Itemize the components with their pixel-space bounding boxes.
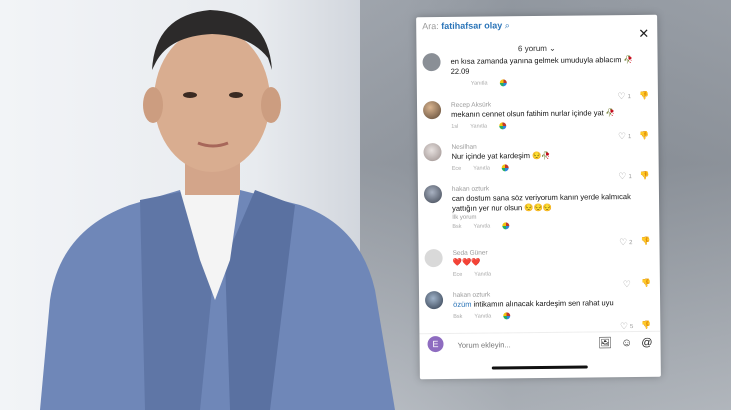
comments-panel: Ara: fatihafsar olay ⌕ 6 yorum ⌄ ✕ en kı… [416, 14, 661, 380]
comment-composer: E 🖼 ☺ @ [419, 330, 661, 359]
comment-time: Ece [452, 271, 463, 278]
reply-button[interactable]: Yanıtla [473, 224, 490, 230]
home-indicator [491, 365, 588, 370]
user-avatar[interactable]: E [427, 336, 444, 353]
flag-icon [501, 164, 509, 172]
comment-time: Ece [451, 165, 462, 172]
flag-icon [498, 122, 507, 130]
like-button[interactable]: ♡ 1 [618, 171, 632, 182]
comment-item: Seda Güner ❤️❤️❤️ Ece Yanıtla ♡ 👎 [424, 247, 655, 289]
heart-icon: ♡ [618, 171, 627, 182]
search-prefix: Ara: [422, 21, 439, 32]
search-bar[interactable]: Ara: fatihafsar olay ⌕ [422, 20, 510, 32]
view-replies-link[interactable]: İlk yorum [452, 213, 637, 221]
comment-text: can dostum sana söz veriyorum kanın yerd… [451, 192, 631, 213]
comment-input[interactable] [455, 338, 570, 351]
avatar[interactable] [423, 143, 442, 162]
dislike-icon[interactable]: 👎 [639, 131, 649, 140]
search-icon: ⌕ [504, 20, 510, 31]
reply-button[interactable]: Yanıtla [471, 81, 488, 87]
heart-icon: ♡ [622, 279, 631, 290]
dislike-icon[interactable]: 👎 [639, 91, 649, 100]
avatar[interactable] [422, 53, 441, 72]
avatar[interactable] [424, 249, 443, 268]
dislike-icon[interactable]: 👎 [641, 279, 651, 288]
dislike-icon[interactable]: 👎 [640, 237, 650, 246]
reply-button[interactable]: Yanıtla [474, 314, 491, 320]
reply-button[interactable]: Yanıtla [474, 272, 491, 278]
comment-time: Bsk [453, 313, 463, 320]
image-icon[interactable]: 🖼 [598, 337, 612, 349]
mention-link[interactable]: özüm [453, 300, 471, 309]
person-photo [40, 10, 395, 410]
dislike-icon[interactable]: 👎 [640, 171, 650, 180]
dislike-icon[interactable]: 👎 [641, 321, 651, 330]
heart-icon: ♡ [617, 131, 627, 142]
comment-item: hakan ozturk özüm intikamın alınacak kar… [424, 289, 655, 331]
heart-icon: ♡ [619, 321, 629, 332]
comment-count[interactable]: 6 yorum ⌄ [416, 43, 657, 55]
heart-icon: ♡ [619, 237, 628, 248]
close-icon[interactable]: ✕ [638, 26, 649, 41]
search-query[interactable]: fatihafsar olay [441, 20, 502, 31]
comment-item: Nesilhan Nur içinde yat kardeşim 😔🥀 Ece Y… [423, 141, 653, 181]
comment-time: 1sl [451, 123, 459, 130]
comment-item: hakan ozturk can dostum sana söz veriyor… [423, 183, 654, 247]
emoji-icon[interactable]: ☺ [621, 337, 632, 349]
comment-item: Recep Aksürk mekanın cennet olsun fatihi… [422, 99, 653, 141]
reply-button[interactable]: Yanıtla [470, 124, 487, 130]
avatar[interactable] [422, 101, 442, 120]
comment-text: özüm intikamın alınacak kardeşim sen rah… [453, 298, 614, 309]
flag-icon [503, 312, 511, 320]
flag-icon [499, 79, 507, 87]
mention-icon[interactable]: @ [641, 337, 652, 349]
avatar[interactable] [423, 185, 443, 204]
comment-time: Bsk [452, 223, 462, 230]
comment-text: mekanın cennet olsun fatihim nurlar için… [451, 108, 616, 119]
avatar[interactable] [424, 291, 444, 310]
comment-text: en kısa zamanda yanına gelmek umuduyla a… [450, 55, 633, 76]
comment-text: ❤️❤️❤️ [452, 257, 481, 267]
reply-button[interactable]: Yanıtla [473, 166, 490, 172]
comment-item: en kısa zamanda yanına gelmek umuduyla a… [422, 53, 653, 101]
flag-icon [502, 222, 510, 230]
comment-text: Nur içinde yat kardeşim 😔🥀 [451, 150, 551, 161]
